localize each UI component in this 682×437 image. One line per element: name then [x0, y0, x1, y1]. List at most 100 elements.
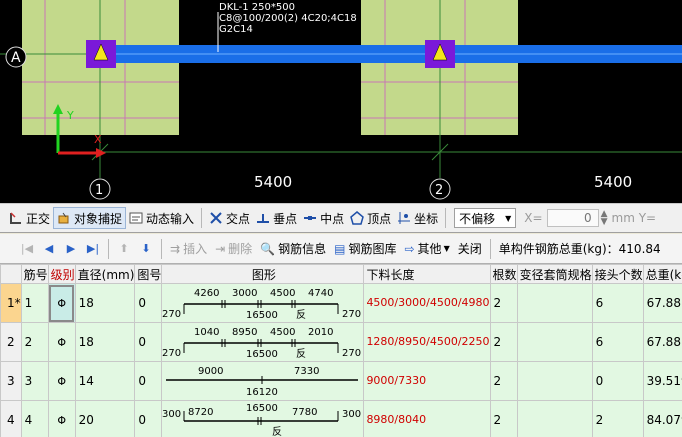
cell-bar-no[interactable]: 4	[20, 400, 49, 437]
ortho-button[interactable]: 正交	[6, 207, 53, 229]
object-snap-button[interactable]: 对象捕捉	[53, 207, 127, 229]
cell-joints[interactable]: 6	[591, 283, 644, 323]
col-header-grade[interactable]: 级别	[47, 264, 76, 284]
cad-canvas[interactable]: DKL-1 250*500 C8@100/200(2) 4C20;4C18 G2…	[0, 0, 682, 203]
dynamic-input-button[interactable]: 动态输入	[126, 207, 197, 229]
cell-cut-length[interactable]: 1280/8950/4500/2250	[363, 322, 491, 362]
dimension-left: 5400	[254, 173, 292, 191]
col-header-joints[interactable]: 接头个数	[591, 264, 644, 284]
cell-shape[interactable]: 4260 3000 4500 4740 270 270 16500 反	[161, 283, 365, 323]
row-header[interactable]: 3	[0, 361, 22, 401]
svg-text:4260: 4260	[194, 288, 219, 299]
col-header-diameter[interactable]: 直径(mm)	[74, 264, 136, 284]
svg-text:2010: 2010	[308, 327, 333, 338]
cell-coupler[interactable]	[516, 400, 593, 437]
next-record-icon[interactable]: ▶	[60, 238, 82, 260]
x-coordinate-label: X=	[524, 211, 543, 225]
cell-diameter[interactable]: 20	[74, 400, 136, 437]
table-header-row: 筋号 级别 直径(mm) 图号 图形 下料长度 根数 变径套筒规格 接头个数 总…	[0, 264, 682, 284]
table-row[interactable]: 2 2 Φ 18 0 1040 8950 4500 2010 270 270 1…	[0, 322, 682, 362]
midpoint-label: 中点	[320, 211, 345, 226]
cell-count[interactable]: 2	[489, 322, 518, 362]
cell-grade[interactable]: Φ	[47, 322, 76, 362]
y-coordinate-label: mm Y=	[611, 211, 657, 225]
cell-grade[interactable]: Φ	[47, 283, 76, 323]
spinner-icon[interactable]: ▲ ▼	[601, 210, 608, 227]
rebar-library-button[interactable]: ▤ 钢筋图库	[330, 238, 400, 260]
first-record-icon[interactable]: |◀	[16, 238, 38, 260]
cell-grade[interactable]: Φ	[47, 361, 76, 401]
move-up-icon[interactable]: ⬆	[113, 238, 135, 260]
vertex-snap-button[interactable]: 顶点	[347, 207, 394, 229]
cell-weight[interactable]: 39.519	[642, 361, 682, 401]
cell-fig-no[interactable]: 0	[134, 400, 163, 437]
axis-a-label: A	[11, 50, 21, 66]
coordinate-snap-button[interactable]: 坐标	[394, 207, 441, 229]
cell-cut-length[interactable]: 4500/3000/4500/4980	[363, 283, 491, 323]
cell-weight[interactable]: 67.88	[642, 322, 682, 362]
cell-grade[interactable]: Φ	[47, 400, 76, 437]
col-header-shape[interactable]: 图形	[161, 264, 365, 284]
table-row[interactable]: 3 3 Φ 14 0 9000 7330 16120 9000/7330 2 0…	[0, 361, 682, 401]
svg-text:3000: 3000	[232, 288, 257, 299]
delete-button[interactable]: ⇥ 删除	[211, 238, 256, 260]
svg-text:270: 270	[162, 309, 181, 320]
table-row[interactable]: 1* 1 Φ 18 0 4260 3000 4500 4740 270 270 …	[0, 283, 682, 323]
cell-diameter[interactable]: 14	[74, 361, 136, 401]
col-header-fig-no[interactable]: 图号	[134, 264, 163, 284]
col-header-cut-length[interactable]: 下料长度	[363, 264, 491, 284]
row-header[interactable]: 4	[0, 400, 22, 437]
cell-cut-length[interactable]: 8980/8040	[363, 400, 491, 437]
svg-text:X: X	[94, 133, 102, 146]
cell-fig-no[interactable]: 0	[134, 283, 163, 323]
rebar-info-button[interactable]: 🔍 钢筋信息	[256, 238, 330, 260]
offset-mode-dropdown[interactable]: 不偏移 ▼	[454, 208, 517, 228]
cell-diameter[interactable]: 18	[74, 322, 136, 362]
row-header[interactable]: 1*	[0, 283, 22, 323]
svg-text:270: 270	[342, 309, 361, 320]
move-down-icon[interactable]: ⬇	[135, 238, 157, 260]
cell-bar-no[interactable]: 1	[20, 283, 49, 323]
table-row[interactable]: 4 4 Φ 20 0 300 8720 16500 7780 300 反 898…	[0, 400, 682, 437]
col-header-count[interactable]: 根数	[489, 264, 518, 284]
cell-cut-length[interactable]: 9000/7330	[363, 361, 491, 401]
col-header-coupler[interactable]: 变径套筒规格	[516, 264, 593, 284]
cell-shape[interactable]: 300 8720 16500 7780 300 反	[161, 400, 365, 437]
dynamic-input-label: 动态输入	[146, 211, 195, 226]
cell-count[interactable]: 2	[489, 361, 518, 401]
other-menu-button[interactable]: ⇨ 其他 ▼	[400, 238, 453, 260]
close-panel-button[interactable]: 关闭	[454, 238, 486, 260]
other-menu-icon: ⇨	[404, 241, 415, 256]
perpendicular-snap-button[interactable]: 垂点	[253, 207, 300, 229]
cell-count[interactable]: 2	[489, 400, 518, 437]
cell-bar-no[interactable]: 2	[20, 322, 49, 362]
cell-bar-no[interactable]: 3	[20, 361, 49, 401]
cell-coupler[interactable]	[516, 283, 593, 323]
insert-button[interactable]: ⇉ 插入	[166, 238, 211, 260]
cell-fig-no[interactable]: 0	[134, 361, 163, 401]
cell-coupler[interactable]	[516, 322, 593, 362]
cell-shape[interactable]: 9000 7330 16120	[161, 361, 365, 401]
cell-weight[interactable]: 67.88	[642, 283, 682, 323]
rebar-info-icon: 🔍	[260, 241, 276, 256]
cell-diameter[interactable]: 18	[74, 283, 136, 323]
midpoint-icon	[303, 211, 317, 225]
intersection-snap-button[interactable]: 交点	[206, 207, 253, 229]
cell-joints[interactable]: 6	[591, 322, 644, 362]
cell-joints[interactable]: 0	[591, 361, 644, 401]
row-header[interactable]: 2	[0, 322, 22, 362]
cell-weight[interactable]: 84.079	[642, 400, 682, 437]
x-coordinate-input[interactable]: 0	[546, 209, 599, 227]
cell-shape[interactable]: 1040 8950 4500 2010 270 270 16500 反	[161, 322, 365, 362]
vertex-icon	[350, 211, 364, 225]
cell-joints[interactable]: 2	[591, 400, 644, 437]
toolbar-separator	[445, 208, 447, 228]
col-header-bar-no[interactable]: 筋号	[20, 264, 49, 284]
cell-fig-no[interactable]: 0	[134, 322, 163, 362]
cell-count[interactable]: 2	[489, 283, 518, 323]
last-record-icon[interactable]: ▶|	[82, 238, 104, 260]
midpoint-snap-button[interactable]: 中点	[300, 207, 347, 229]
col-header-weight[interactable]: 总重(kg)	[642, 264, 682, 284]
cell-coupler[interactable]	[516, 361, 593, 401]
previous-record-icon[interactable]: ◀	[38, 238, 60, 260]
